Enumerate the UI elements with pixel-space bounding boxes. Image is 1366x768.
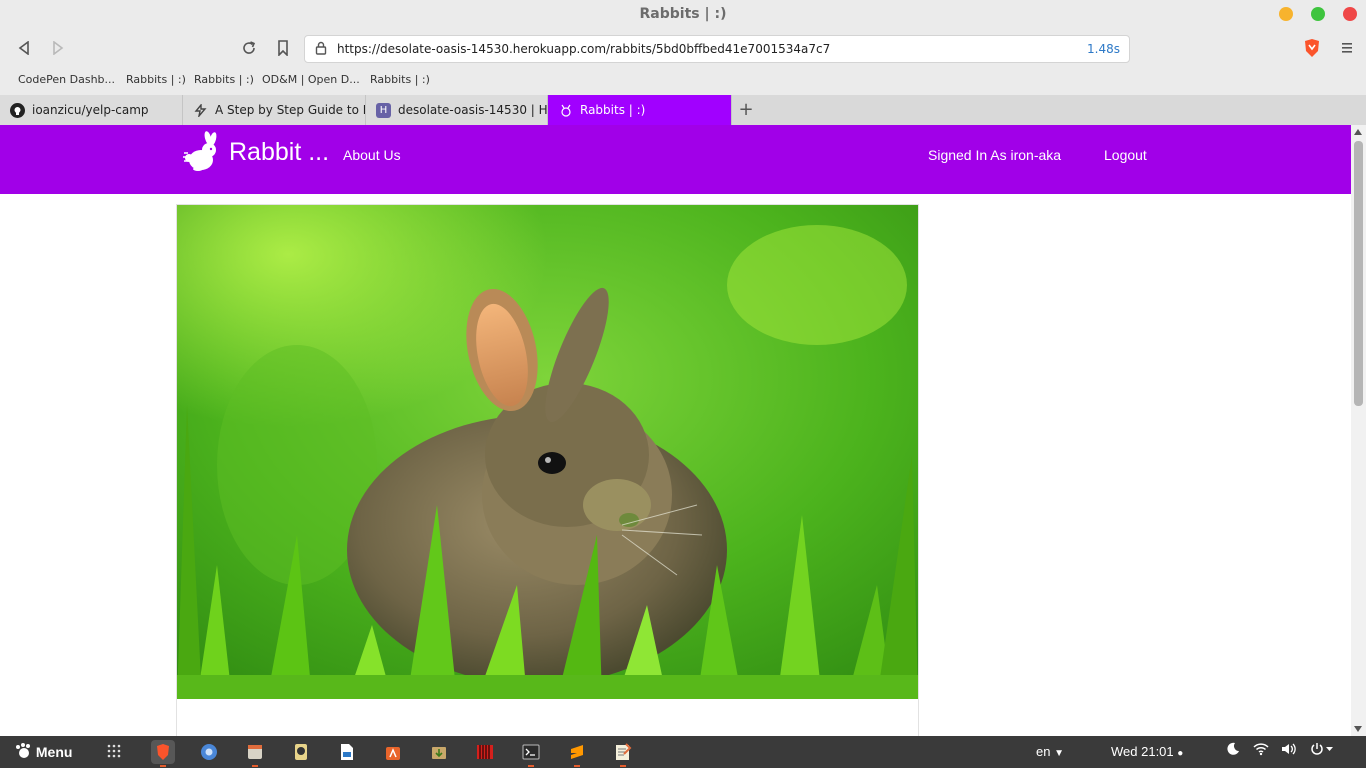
brave-browser-icon[interactable] [151,740,175,767]
scrollbar-thumb[interactable] [1354,141,1363,406]
running-indicator [574,765,580,767]
power-icon[interactable] [1310,742,1334,760]
back-icon[interactable] [12,36,36,60]
app-red-icon[interactable] [473,740,497,764]
brave-shield-icon[interactable] [1300,36,1324,60]
tab-step-by-step[interactable]: A Step by Step Guide to Bu [183,95,366,125]
tab-label: ioanzicu/yelp-camp [32,103,149,117]
clock[interactable]: Wed 21:01 ● [1111,744,1183,759]
github-icon [10,103,25,118]
software-center-icon[interactable] [381,740,405,764]
site-navbar: Rabbit ... About Us Signed In As iron-ak… [0,125,1351,194]
system-menu-button[interactable]: Menu [14,742,72,760]
terminal-icon[interactable] [519,740,543,767]
logout-link[interactable]: Logout [1104,147,1147,163]
reload-icon[interactable] [237,36,261,60]
web-page: Rabbit ... About Us Signed In As iron-ak… [0,125,1351,736]
tab-github[interactable]: ioanzicu/yelp-camp [0,95,183,125]
running-indicator [252,765,258,767]
chevron-down-icon: ▼ [1054,748,1064,759]
running-indicator [528,765,534,767]
bookmark-item[interactable]: CodePen Dashb... [18,73,115,86]
bookmark-icon[interactable] [271,36,295,60]
main-menu-icon[interactable] [1335,36,1359,60]
archive-manager-icon[interactable] [427,740,451,764]
new-tab-icon[interactable]: + [736,95,756,125]
brand-name[interactable]: Rabbit ... [229,138,329,167]
tab-label: A Step by Step Guide to Bu [215,103,366,117]
sublime-text-icon[interactable] [565,740,589,767]
scroll-down-icon[interactable] [1354,726,1362,732]
about-us-link[interactable]: About Us [343,147,401,163]
notification-dot-icon: ● [1177,748,1184,759]
camera-app-icon[interactable] [289,740,313,764]
address-bar[interactable]: https://desolate-oasis-14530.herokuapp.c… [304,35,1130,63]
rabbit-photo [177,205,918,699]
tab-rabbits[interactable]: Rabbits | :) [548,95,732,125]
apps-grid-icon[interactable] [106,743,122,763]
bookmark-item[interactable]: Rabbits | :) [370,73,430,86]
bookmark-item[interactable]: OD&M | Open D... [262,73,360,86]
codeburst-icon [193,103,208,118]
lock-icon [315,41,327,58]
system-taskbar: Menu en ▼ Wed 21:01 ● [0,736,1366,768]
tab-label: desolate-oasis-14530 | Her [398,103,548,117]
document-icon[interactable] [335,740,359,764]
load-time: 1.48s [1087,42,1120,56]
minimize-button[interactable] [1279,7,1293,21]
language-indicator[interactable]: en ▼ [1036,744,1064,759]
maximize-button[interactable] [1311,7,1325,21]
chromium-icon[interactable] [197,740,221,764]
text-editor-icon[interactable] [611,740,635,767]
volume-icon[interactable] [1280,742,1296,760]
language-label: en [1036,744,1051,759]
bookmark-item[interactable]: Rabbits | :) [194,73,254,86]
clock-label: Wed 21:01 [1111,744,1174,759]
window-title: Rabbits | :) [639,6,727,22]
bookmarks-bar: CodePen Dashb... Rabbits | :) Rabbits | … [0,68,1366,95]
signed-in-link[interactable]: Signed In As iron-aka [928,147,1061,163]
rabbit-card [176,204,919,736]
running-indicator [160,765,166,767]
bookmark-item[interactable]: Rabbits | :) [126,73,186,86]
window-titlebar: Rabbits | :) [0,0,1366,28]
menu-label: Menu [35,744,73,760]
tab-heroku[interactable]: H desolate-oasis-14530 | Her [366,95,548,125]
rabbit-logo-icon[interactable] [178,131,224,177]
night-mode-icon[interactable] [1226,742,1240,760]
running-indicator [620,765,626,767]
file-manager-icon[interactable] [243,740,267,767]
url-text[interactable]: https://desolate-oasis-14530.herokuapp.c… [337,42,830,56]
forward-icon[interactable] [46,36,70,60]
rabbit-icon [558,103,573,118]
page-scrollbar[interactable] [1351,125,1366,736]
scroll-up-icon[interactable] [1354,129,1362,135]
close-button[interactable] [1343,7,1357,21]
wifi-icon[interactable] [1253,742,1269,760]
tab-strip: ioanzicu/yelp-camp A Step by Step Guide … [0,95,1366,125]
heroku-icon: H [376,103,391,118]
tab-label: Rabbits | :) [580,103,646,117]
